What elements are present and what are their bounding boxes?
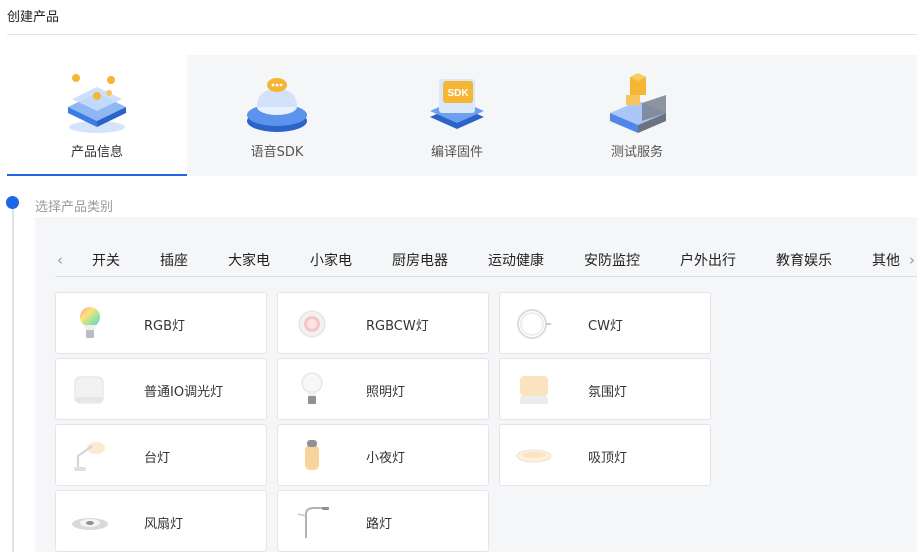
timeline-dot [6, 196, 19, 209]
street-light-icon [297, 507, 329, 538]
svg-text:SDK: SDK [447, 88, 469, 99]
tab-large-appliance[interactable]: 大家电 [228, 250, 270, 270]
compile-firmware-illustration: SDK [430, 79, 484, 129]
rgb-bulb-icon [80, 307, 100, 338]
chevron-left-icon[interactable]: ‹ [57, 251, 63, 269]
category-tabs: ‹ 开关 插座 大家电 小家电 厨房电器 运动健康 安防监控 户外出行 教育娱乐… [55, 243, 917, 277]
chevron-right-icon[interactable]: › [909, 251, 915, 269]
product-name: 路灯 [366, 517, 393, 532]
timeline-line [12, 204, 14, 552]
product-card[interactable]: 照明灯 [277, 358, 489, 420]
active-step-indicator [7, 174, 187, 176]
product-name: RGBCW灯 [366, 319, 429, 334]
product-name: 普通IO调光灯 [144, 385, 224, 400]
product-card[interactable]: 台灯 [55, 424, 267, 486]
product-name: RGB灯 [144, 319, 186, 334]
product-name: CW灯 [588, 319, 623, 334]
product-card[interactable]: 普通IO调光灯 [55, 358, 267, 420]
step-voice-sdk[interactable]: 语音SDK [187, 55, 367, 176]
test-service-illustration [610, 73, 666, 133]
step-label: 语音SDK [250, 145, 304, 160]
step-label: 测试服务 [610, 145, 663, 160]
product-info-illustration [68, 74, 126, 133]
cw-light-icon [517, 309, 551, 339]
section-label: 选择产品类别 [35, 200, 114, 215]
tab-sports-health[interactable]: 运动健康 [488, 250, 544, 270]
category-panel: ‹ 开关 插座 大家电 小家电 厨房电器 运动健康 安防监控 户外出行 教育娱乐… [35, 217, 917, 552]
step-compile-firmware[interactable]: SDK 编译固件 [367, 55, 547, 176]
io-dimmer-light-icon [74, 376, 104, 404]
product-card[interactable]: 风扇灯 [55, 490, 267, 552]
tab-socket[interactable]: 插座 [160, 250, 188, 270]
step-label: 产品信息 [70, 145, 123, 160]
tab-small-appliance[interactable]: 小家电 [310, 250, 352, 270]
product-card[interactable]: RGBCW灯 [277, 292, 489, 354]
night-light-icon [305, 440, 319, 470]
product-name: 台灯 [144, 451, 171, 466]
ambient-light-icon [520, 376, 548, 404]
product-name: 小夜灯 [366, 451, 406, 466]
tab-kitchen[interactable]: 厨房电器 [392, 250, 448, 270]
step-label: 编译固件 [430, 145, 483, 160]
step-test-service[interactable]: 测试服务 [547, 55, 727, 176]
steps-panel: 产品信息 语音SDK SDK 编译固件 测试服务 [7, 55, 917, 176]
product-name: 吸顶灯 [588, 451, 628, 466]
tab-education[interactable]: 教育娱乐 [776, 250, 832, 270]
tab-outdoor[interactable]: 户外出行 [680, 250, 736, 270]
desk-lamp-icon [74, 442, 105, 471]
product-name: 氛围灯 [588, 385, 628, 400]
product-card[interactable]: 小夜灯 [277, 424, 489, 486]
product-card[interactable]: 路灯 [277, 490, 489, 552]
product-card[interactable]: CW灯 [499, 292, 711, 354]
title-divider [7, 34, 917, 35]
product-card[interactable]: 氛围灯 [499, 358, 711, 420]
product-card[interactable]: RGB灯 [55, 292, 267, 354]
fan-light-icon [72, 518, 108, 530]
rgbcw-light-icon [298, 310, 326, 338]
tab-security[interactable]: 安防监控 [584, 250, 640, 270]
voice-sdk-illustration [247, 78, 307, 132]
ceiling-light-icon [516, 449, 552, 463]
tab-other[interactable]: 其他 [872, 250, 900, 270]
product-card[interactable]: 吸顶灯 [499, 424, 711, 486]
tab-switch[interactable]: 开关 [92, 250, 120, 270]
lighting-bulb-icon [301, 372, 323, 404]
product-name: 照明灯 [366, 385, 406, 400]
step-product-info[interactable]: 产品信息 [7, 55, 187, 176]
product-name: 风扇灯 [144, 517, 184, 532]
page-title: 创建产品 [7, 10, 60, 25]
